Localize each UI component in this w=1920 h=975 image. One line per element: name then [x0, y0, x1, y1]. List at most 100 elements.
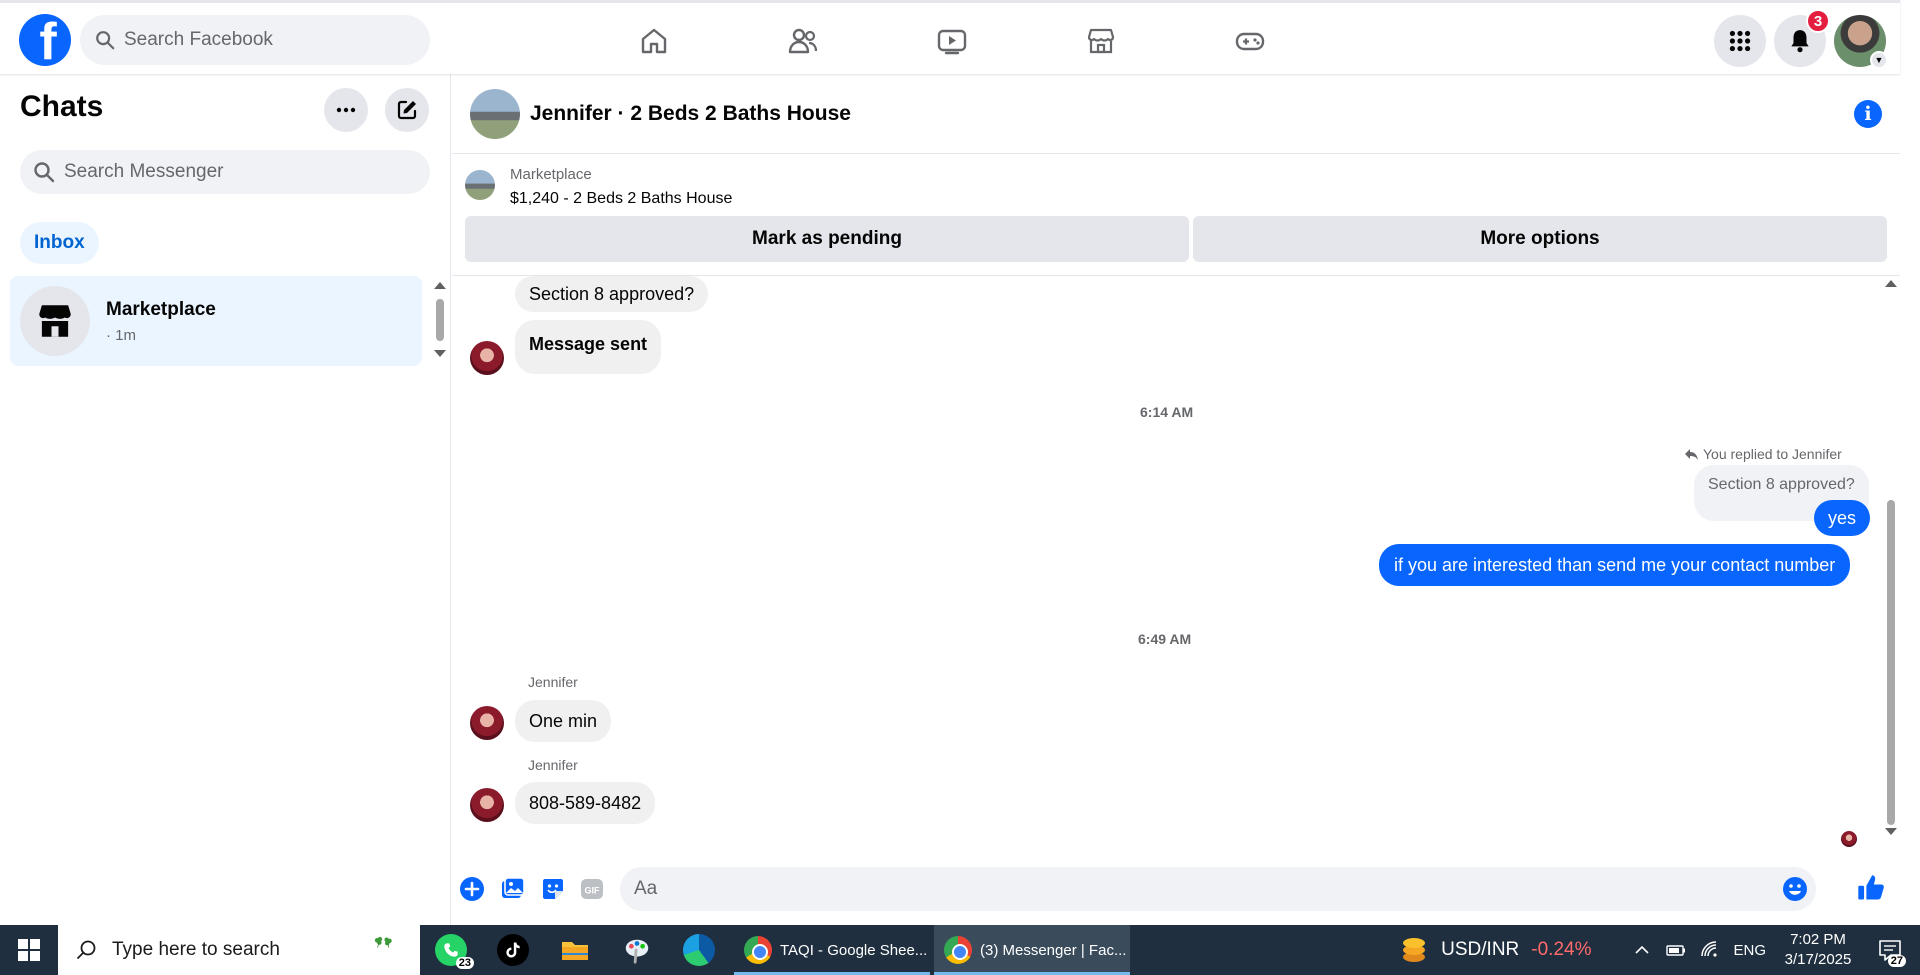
chats-options-button[interactable]: [324, 88, 368, 132]
sent-message-bubble[interactable]: if you are interested than send me your …: [1379, 544, 1851, 586]
chats-title: Chats: [20, 90, 104, 123]
start-button[interactable]: [0, 925, 58, 975]
attach-photo-button[interactable]: [500, 876, 526, 902]
messenger-search-input[interactable]: [64, 161, 404, 183]
nav-friends[interactable]: [751, 15, 855, 67]
message-composer: GIF: [452, 862, 1900, 914]
notification-count-badge: 27: [1887, 955, 1906, 967]
scrollbar-thumb[interactable]: [436, 299, 444, 341]
gif-button[interactable]: GIF: [579, 876, 605, 902]
currency-pair: USD/INR: [1441, 939, 1520, 960]
chat-list-item[interactable]: Marketplace · 1m: [10, 276, 422, 366]
compose-icon: [397, 100, 417, 120]
more-options-button[interactable]: More options: [1193, 216, 1887, 262]
system-clock[interactable]: 7:02 PM 3/17/2025: [1780, 930, 1856, 970]
new-message-button[interactable]: [385, 88, 429, 132]
nav-marketplace[interactable]: [1049, 15, 1153, 67]
main-nav: [602, 15, 1347, 67]
inbox-filter[interactable]: Inbox: [20, 222, 99, 264]
taskbar-whatsapp[interactable]: 23: [420, 925, 482, 975]
listing-avatar[interactable]: [470, 88, 520, 139]
taskbar-search[interactable]: [58, 925, 420, 975]
scroll-up-arrow-icon[interactable]: [1885, 280, 1897, 287]
more-actions-button[interactable]: [459, 876, 485, 902]
reply-indicator: You replied to Jennifer: [1684, 446, 1842, 462]
messenger-search[interactable]: [20, 150, 430, 194]
input-language[interactable]: ENG: [1733, 942, 1766, 959]
battery-indicator[interactable]: [1659, 940, 1693, 960]
action-center-button[interactable]: 27: [1870, 925, 1910, 975]
taskbar-tiktok[interactable]: [482, 925, 544, 975]
chat-avatar: [20, 286, 90, 356]
account-controls: 3 ▼: [1706, 9, 1900, 69]
message-timestamp: 6:49 AM: [1138, 631, 1192, 647]
edge-browser-icon: [683, 934, 715, 966]
chat-list-scrollbar[interactable]: [433, 282, 447, 362]
scroll-down-arrow-icon[interactable]: [1885, 828, 1897, 835]
photo-icon: [502, 877, 525, 898]
menu-button[interactable]: [1714, 15, 1766, 67]
palette-icon: [625, 939, 649, 964]
message-bubble[interactable]: Section 8 approved?: [515, 276, 709, 312]
listing-price[interactable]: $1,240 - 2 Beds 2 Baths House: [510, 190, 732, 208]
nav-gaming[interactable]: [1198, 15, 1302, 67]
nav-watch[interactable]: [900, 15, 1004, 67]
message-bubble[interactable]: 808-589-8482: [515, 782, 656, 824]
nav-home[interactable]: [602, 15, 706, 67]
scroll-up-arrow-icon[interactable]: [434, 282, 446, 289]
chat-name: Marketplace: [106, 298, 216, 320]
taskbar-file-explorer[interactable]: [544, 925, 606, 975]
sender-avatar[interactable]: [470, 788, 504, 822]
friends-icon: [788, 28, 818, 54]
facebook-search[interactable]: [80, 15, 430, 65]
chats-sidebar: Chats Inbox Marketplace · 1m: [0, 74, 451, 925]
message-timestamp: 6:14 AM: [1140, 404, 1194, 420]
marketplace-label: Marketplace: [510, 166, 592, 183]
top-navigation-bar: f 3 ▼: [0, 0, 1900, 74]
clock-time: 7:02 PM: [1790, 931, 1846, 948]
emoji-icon[interactable]: [1782, 876, 1808, 902]
like-button[interactable]: [1856, 873, 1886, 903]
sticker-button[interactable]: [540, 876, 566, 902]
notifications-button[interactable]: 3: [1774, 9, 1830, 67]
taskbar-paint[interactable]: [606, 925, 668, 975]
profile-avatar[interactable]: ▼: [1834, 15, 1888, 69]
message-thread: Section 8 approved? Message sent 6:14 AM…: [452, 276, 1882, 856]
message-input[interactable]: [634, 878, 1754, 900]
scrollbar-thumb[interactable]: [1887, 500, 1895, 825]
message-bubble[interactable]: Message sent: [515, 320, 662, 374]
gif-icon: GIF: [581, 879, 603, 899]
chrome-icon: [744, 936, 772, 964]
sender-avatar[interactable]: [470, 706, 504, 740]
folder-icon: [559, 934, 591, 966]
taskbar-search-input[interactable]: [112, 939, 312, 961]
facebook-search-input[interactable]: [124, 29, 394, 51]
facebook-logo[interactable]: f: [19, 14, 71, 66]
show-hidden-icons-button[interactable]: [1625, 940, 1659, 960]
message-input-box[interactable]: [620, 867, 1816, 911]
conversation-scrollbar[interactable]: [1883, 280, 1899, 840]
network-indicator[interactable]: [1693, 940, 1727, 960]
thumbs-up-icon: [1858, 875, 1884, 900]
music-note-icon: [506, 942, 520, 958]
taskbar-edge[interactable]: [668, 925, 730, 975]
marketplace-listing-banner: Marketplace $1,240 - 2 Beds 2 Baths Hous…: [452, 154, 1900, 276]
conversation-title[interactable]: Jennifer · 2 Beds 2 Baths House: [530, 102, 851, 126]
scroll-down-arrow-icon[interactable]: [434, 350, 446, 357]
mark-as-pending-button[interactable]: Mark as pending: [465, 216, 1189, 262]
message-bubble[interactable]: One min: [515, 700, 612, 742]
taskbar-window-messenger[interactable]: (3) Messenger | Fac...: [934, 925, 1130, 975]
whatsapp-unread-count: 23: [455, 957, 474, 969]
currency-widget[interactable]: USD/INR -0.24%: [1399, 935, 1591, 965]
reply-icon: [1685, 448, 1698, 460]
windows-logo-icon: [18, 939, 40, 961]
listing-thumbnail[interactable]: [465, 170, 495, 200]
conversation-panel: Jennifer · 2 Beds 2 Baths House i Market…: [452, 74, 1900, 925]
chat-text: Marketplace · 1m: [106, 299, 216, 344]
taskbar-window-sheets[interactable]: TAQI - Google Shee...: [734, 925, 930, 975]
info-icon[interactable]: i: [1854, 100, 1882, 128]
watch-icon: [937, 29, 967, 55]
sender-avatar[interactable]: [470, 341, 504, 375]
sent-message-bubble[interactable]: yes: [1814, 500, 1871, 536]
grid-menu-icon: [1729, 30, 1751, 52]
